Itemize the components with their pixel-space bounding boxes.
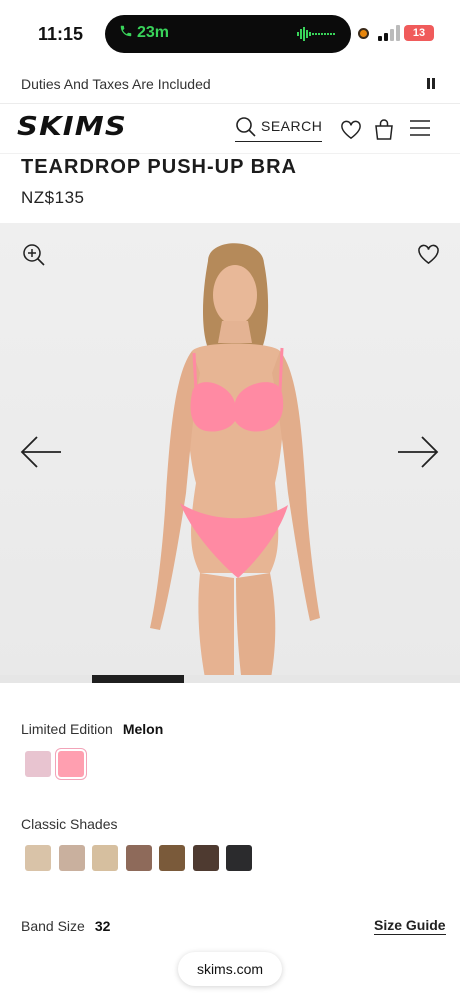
classic-shade-4-swatch[interactable] — [125, 845, 152, 871]
banner-text: Duties And Taxes Are Included — [21, 76, 211, 92]
product-title: TEARDROP PUSH-UP BRA — [21, 156, 297, 178]
browser-url-pill[interactable]: skims.com — [178, 952, 282, 986]
color-melon-swatch[interactable] — [55, 748, 87, 780]
status-time: 11:15 — [38, 24, 84, 44]
duties-banner: Duties And Taxes Are Included — [0, 66, 460, 104]
recording-dot-icon — [358, 28, 369, 39]
audio-waveform-icon — [297, 27, 335, 41]
cellular-signal-icon — [378, 25, 400, 41]
previous-arrow-icon[interactable] — [20, 435, 62, 469]
limited-edition-label: Limited Edition — [21, 721, 113, 737]
classic-shade-2-swatch[interactable] — [58, 845, 85, 871]
band-size-label: Band Size — [21, 918, 85, 934]
product-price: NZ$135 — [21, 188, 85, 207]
pause-icon[interactable] — [426, 78, 436, 91]
next-arrow-icon[interactable] — [397, 435, 439, 469]
search-button[interactable]: SEARCH — [235, 114, 322, 142]
product-image-gallery[interactable] — [0, 223, 460, 678]
limited-edition-row: Limited Edition Melon — [21, 721, 163, 737]
classic-shade-3-swatch[interactable] — [92, 845, 118, 871]
call-duration: 23m — [137, 24, 170, 41]
battery-icon: 13 — [404, 25, 434, 41]
selected-color-name: Melon — [122, 721, 164, 737]
site-header: SKIMS SEARCH — [0, 104, 460, 154]
product-photo — [150, 243, 320, 678]
band-size-row: Band Size 32 — [21, 918, 110, 934]
classic-shades-label: Classic Shades — [21, 816, 118, 832]
battery-level: 13 — [412, 27, 426, 39]
phone-icon — [120, 25, 132, 37]
color-pink-tie-dye-swatch[interactable] — [25, 751, 51, 777]
dynamic-island[interactable]: 23m — [105, 15, 351, 53]
size-guide-link[interactable]: Size Guide — [374, 917, 446, 935]
menu-icon[interactable] — [410, 120, 430, 136]
band-size-value: 32 — [94, 918, 111, 934]
favorite-heart-icon[interactable] — [417, 244, 440, 265]
zoom-in-icon[interactable] — [22, 243, 46, 267]
wishlist-heart-icon[interactable] — [340, 120, 362, 140]
classic-shade-6-swatch[interactable] — [192, 845, 219, 871]
search-icon — [236, 117, 256, 137]
skims-logo[interactable]: SKIMS — [17, 112, 127, 142]
classic-shade-7-swatch[interactable] — [226, 845, 252, 871]
classic-shade-5-swatch[interactable] — [159, 845, 185, 871]
gallery-progress-bar — [0, 675, 460, 683]
classic-shade-1-swatch[interactable] — [25, 845, 51, 871]
search-label: SEARCH — [261, 118, 323, 134]
status-bar: 11:15 23m 13 — [0, 0, 460, 66]
call-indicator: 23m — [119, 24, 169, 42]
shopping-bag-icon[interactable] — [374, 118, 394, 140]
gallery-progress-fill — [92, 675, 184, 683]
